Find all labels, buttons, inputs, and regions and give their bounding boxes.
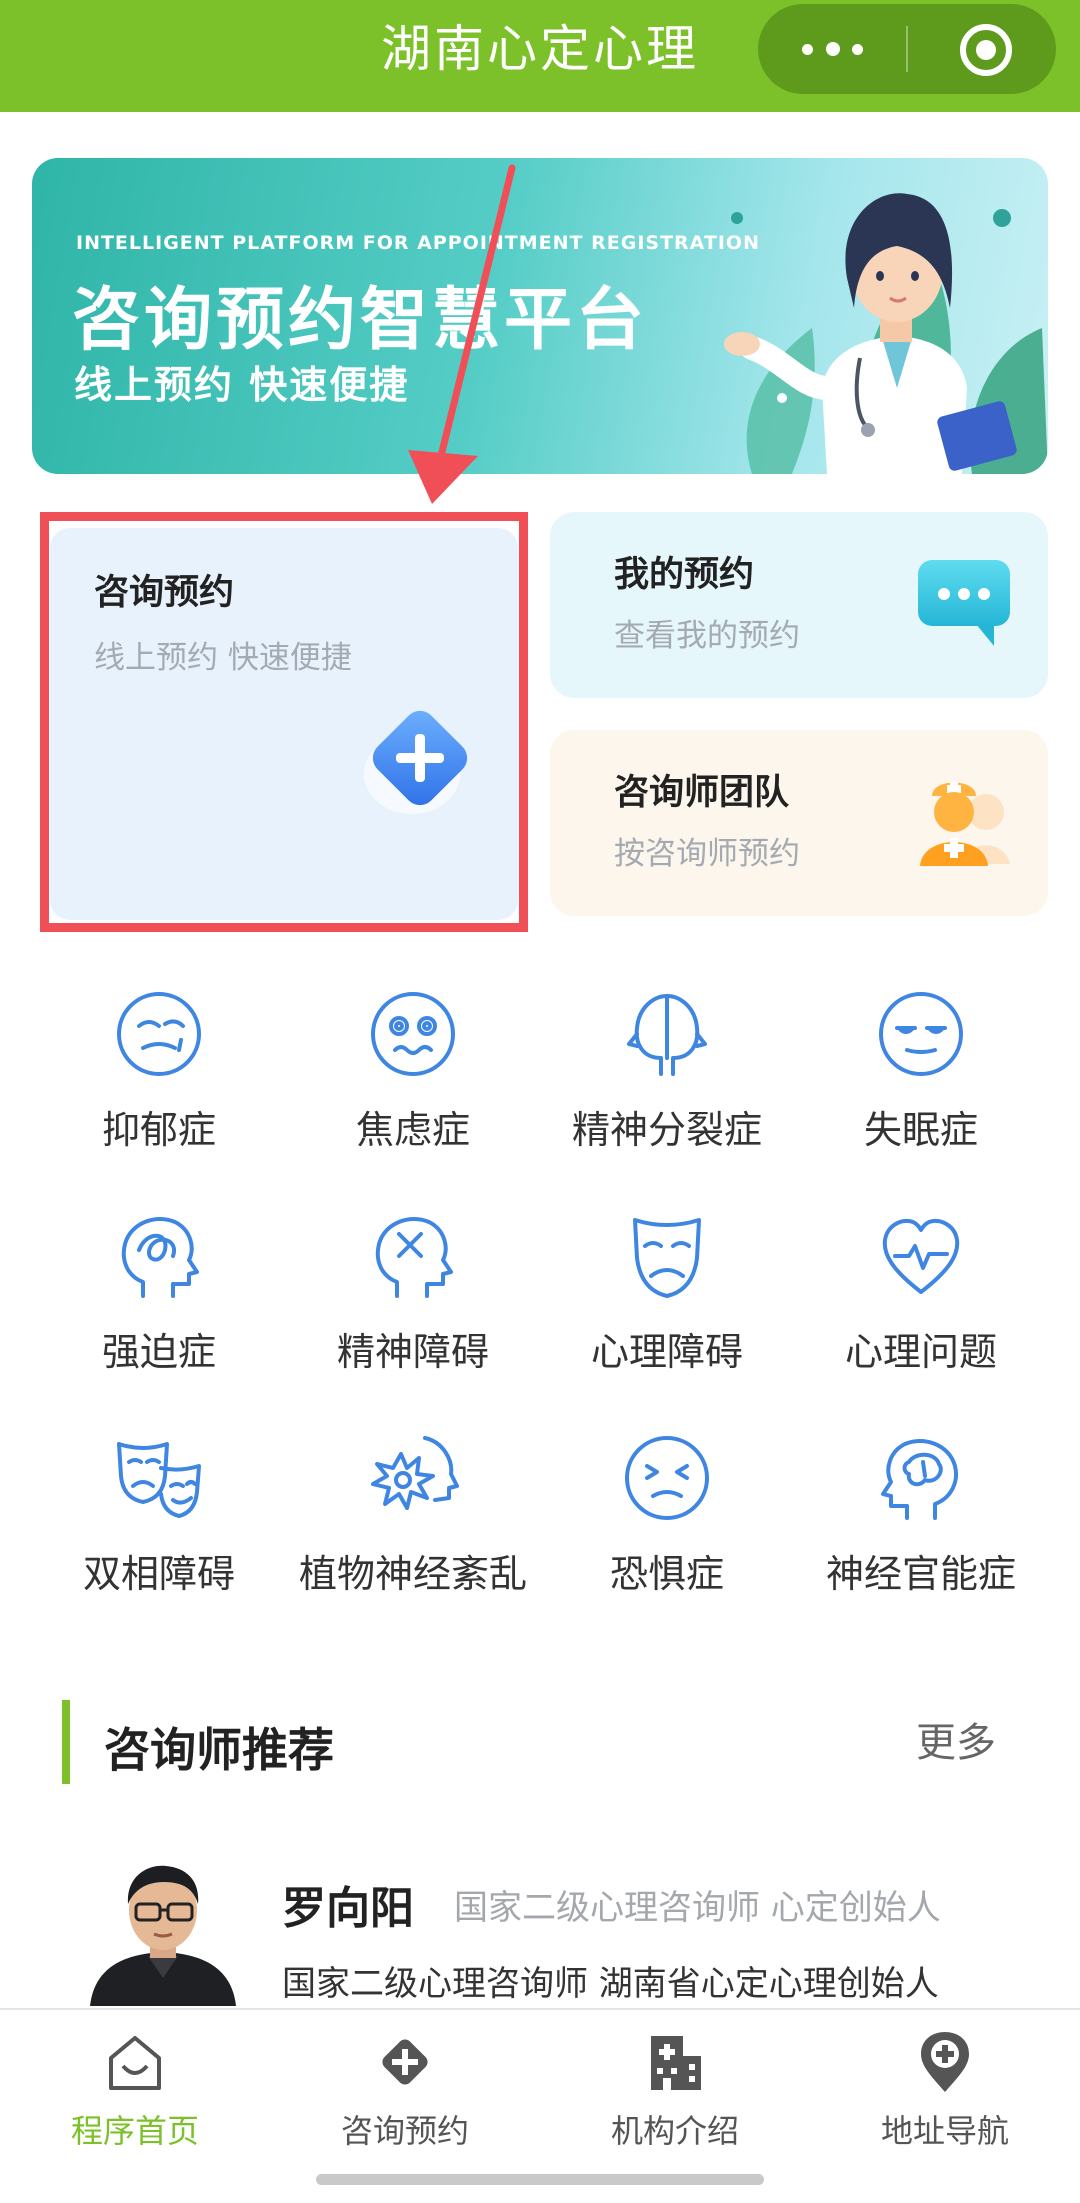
counselor-title: 国家二级心理咨询师 心定创始人	[454, 1888, 941, 1928]
category-depression[interactable]: 抑郁症	[32, 988, 286, 1198]
scared-face-icon	[625, 1436, 709, 1520]
highlight-box	[40, 512, 528, 932]
my-appointment-card[interactable]: 我的预约 查看我的预约	[550, 512, 1048, 698]
category-label: 失眠症	[863, 1108, 978, 1152]
heart-pulse-icon	[882, 1219, 960, 1294]
counselor-description: 国家二级心理咨询师 湖南省心定心理创始人	[282, 1964, 939, 2004]
more-menu-button[interactable]	[758, 4, 906, 94]
home-indicator	[316, 2174, 764, 2185]
category-label: 精神分裂症	[571, 1108, 762, 1152]
location-pin-icon	[921, 2032, 969, 2092]
my-appointment-subtitle: 查看我的预约	[614, 618, 800, 654]
burst-head-icon	[371, 1436, 459, 1510]
category-anxiety[interactable]: 焦虑症	[286, 988, 540, 1198]
category-label: 植物神经紊乱	[298, 1552, 527, 1596]
category-bipolar[interactable]: 双相障碍	[32, 1432, 286, 1642]
counselor-team-title: 咨询师团队	[614, 773, 790, 813]
banner-subtitle: 线上预约 快速便捷	[74, 363, 410, 407]
chat-bubble-icon	[918, 560, 1010, 646]
nurse-icon	[920, 782, 1010, 866]
banner-title: 咨询预约智慧平台	[72, 281, 649, 360]
category-label: 精神障碍	[336, 1330, 489, 1374]
category-autonomic[interactable]: 植物神经紊乱	[286, 1432, 540, 1642]
dizzy-face-icon	[371, 992, 455, 1076]
tab-home[interactable]: 程序首页	[0, 2030, 270, 2152]
section-accent-bar	[62, 1700, 70, 1784]
counselor-team-card[interactable]: 咨询师团队 按咨询师预约	[550, 730, 1048, 916]
home-icon	[109, 2036, 161, 2090]
category-label: 心理障碍	[590, 1330, 743, 1374]
category-label: 抑郁症	[101, 1108, 216, 1152]
category-label: 心理问题	[844, 1330, 997, 1374]
crossed-head-icon	[375, 1217, 453, 1298]
plus-diamond-icon	[382, 2039, 428, 2085]
banner[interactable]: INTELLIGENT PLATFORM FOR APPOINTMENT REG…	[32, 158, 1048, 474]
mini-program-capsule	[758, 4, 1056, 94]
category-mental-disorder[interactable]: 精神障碍	[286, 1210, 540, 1420]
tab-consult[interactable]: 咨询预约	[270, 2030, 540, 2152]
category-schizophrenia[interactable]: 精神分裂症	[540, 988, 794, 1198]
two-heads-icon	[627, 994, 707, 1076]
category-phobia[interactable]: 恐惧症	[540, 1432, 794, 1642]
category-psych-disorder[interactable]: 心理障碍	[540, 1210, 794, 1420]
tab-about[interactable]: 机构介绍	[540, 2030, 810, 2152]
app-screen: 湖南心定心理 INTELLIGENT PLATFORM FOR APPOINTM…	[0, 0, 1080, 2203]
doctor-illustration	[724, 193, 1048, 474]
tab-home-label: 程序首页	[70, 2112, 199, 2150]
building-icon	[651, 2036, 701, 2090]
tab-navigation-label: 地址导航	[880, 2112, 1009, 2150]
theater-masks-icon	[117, 1442, 201, 1518]
sad-face-icon	[117, 992, 201, 1076]
red-arrow-annotation	[408, 164, 516, 504]
more-link[interactable]: 更多	[916, 1710, 996, 1768]
tab-about-label: 机构介绍	[610, 2112, 739, 2150]
app-header: 湖南心定心理	[0, 0, 1080, 112]
counselor-team-subtitle: 按咨询师预约	[614, 836, 800, 872]
tab-navigation[interactable]: 地址导航	[810, 2030, 1080, 2152]
brain-head-icon	[881, 1439, 958, 1520]
category-label: 恐惧症	[609, 1552, 724, 1596]
mask-icon	[633, 1218, 701, 1298]
category-neurosis[interactable]: 神经官能症	[794, 1432, 1048, 1642]
tangled-head-icon	[121, 1217, 199, 1298]
tab-consult-label: 咨询预约	[340, 2112, 469, 2150]
category-label: 焦虑症	[355, 1108, 470, 1152]
recommend-section-title: 咨询师推荐	[104, 1723, 334, 1777]
counselor-name: 罗向阳	[282, 1883, 414, 1934]
category-psych-problem[interactable]: 心理问题	[794, 1210, 1048, 1420]
sleepy-face-icon	[879, 992, 963, 1076]
category-ocd[interactable]: 强迫症	[32, 1210, 286, 1420]
close-mini-program-icon[interactable]	[960, 24, 1012, 76]
category-label: 强迫症	[101, 1330, 216, 1374]
capsule-divider	[906, 26, 908, 72]
counselor-avatar	[90, 1858, 236, 2006]
category-label: 双相障碍	[82, 1552, 235, 1596]
category-insomnia[interactable]: 失眠症	[794, 988, 1048, 1198]
category-label: 神经官能症	[825, 1552, 1016, 1596]
my-appointment-title: 我的预约	[614, 555, 755, 595]
